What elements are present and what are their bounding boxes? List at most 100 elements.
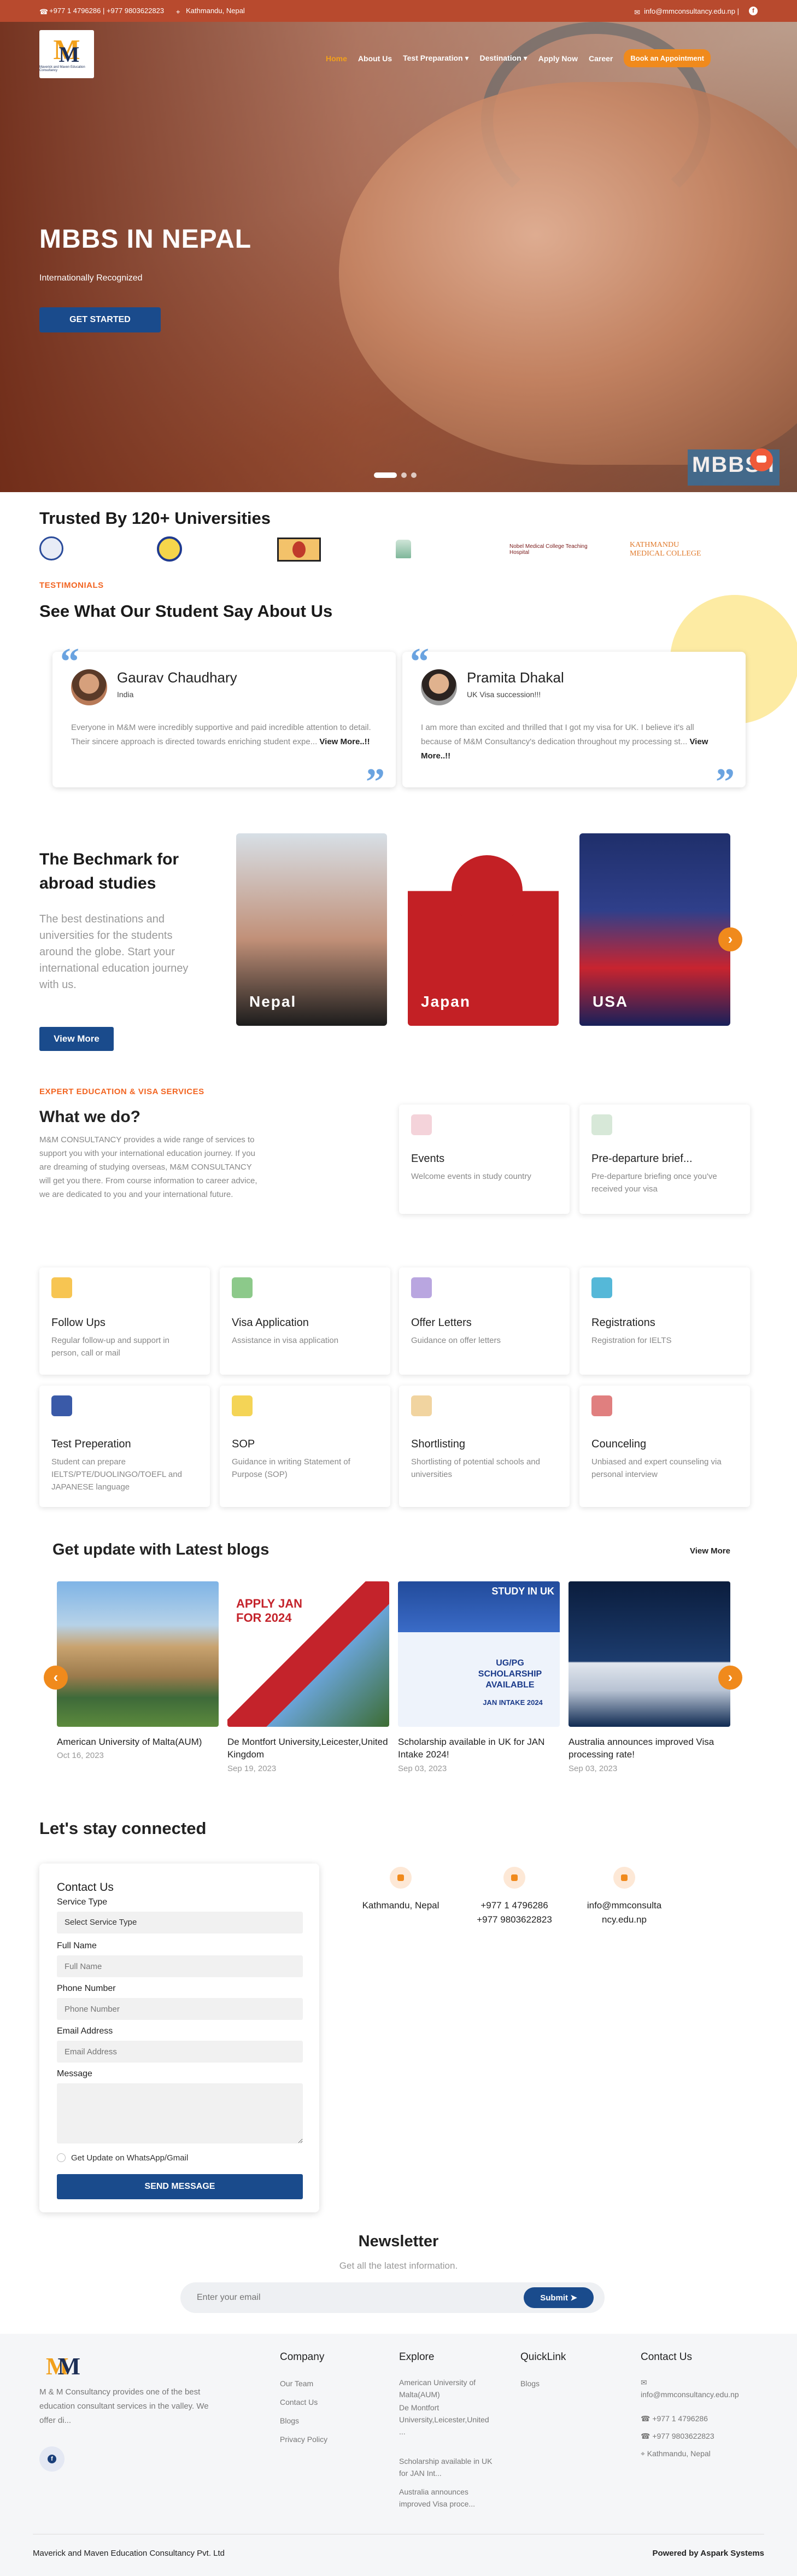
newsletter-form: Submit ➤ [180,2282,605,2313]
footer-quicklink-title: QuickLink [520,2351,566,2363]
counseling-icon [591,1395,612,1416]
testimonial-card: “ Pramita Dhakal UK Visa succession!!! I… [402,643,746,802]
footer-explore-link[interactable]: De Montfort University,Leicester,United … [399,2402,497,2438]
service-card-registrations[interactable]: Registrations Registration for IELTS [579,1267,750,1375]
footer-explore-title: Explore [399,2351,435,2363]
footer-explore-link[interactable]: American University of Malta(AUM) [399,2376,497,2400]
location-icon: ⌖ [641,2449,647,2458]
service-card-shortlisting[interactable]: Shortlisting Shortlisting of potential s… [399,1386,570,1507]
student-icon [51,1395,72,1416]
blog-image[interactable]: STUDY IN UK UG/PG SCHOLARSHIP AVAILABLE … [398,1581,560,1727]
footer-bottom-bar: Maverick and Maven Education Consultancy… [33,2534,764,2558]
blog-image[interactable]: APPLY JAN FOR 2024 [227,1581,389,1727]
carousel-dot-3[interactable] [411,472,417,478]
nav-apply-now[interactable]: Apply Now [538,54,578,63]
destination-card-nepal[interactable]: Nepal [236,833,387,1026]
service-card-visa-application[interactable]: Visa Application Assistance in visa appl… [220,1267,390,1375]
passport-icon [232,1277,253,1298]
nav-career[interactable]: Career [589,54,613,63]
blog-title[interactable]: De Montfort University,Leicester,United … [227,1736,389,1761]
trusted-title: Trusted By 120+ Universities [39,509,271,528]
blogs-prev-arrow-icon[interactable]: ‹ [44,1666,68,1690]
service-type-select[interactable]: Select Service Type [57,1912,303,1934]
service-card-offer-letters[interactable]: Offer Letters Guidance on offer letters [399,1267,570,1375]
carousel-dots[interactable] [374,472,417,478]
checklist-icon [411,1395,432,1416]
service-card-sop[interactable]: SOP Guidance in writing Statement of Pur… [220,1386,390,1507]
aspark-link[interactable]: Aspark Systems [700,2549,764,2558]
email-address-input[interactable] [57,2041,303,2063]
service-card-follow-ups[interactable]: Follow Ups Regular follow-up and support… [39,1267,210,1375]
newsletter-subtitle: Get all the latest information. [339,2260,458,2271]
blogs-view-more-link[interactable]: View More [690,1546,730,1556]
view-more-destinations-button[interactable]: View More [39,1027,114,1051]
phone-number-input[interactable] [57,1998,303,2020]
footer-link-blogs[interactable]: Blogs [280,2415,299,2427]
footer-link-privacy[interactable]: Privacy Policy [280,2433,327,2445]
destination-card-usa[interactable]: USA [579,833,730,1026]
service-desc: Guidance on offer letters [411,1336,501,1345]
location-icon: ⌖ [176,8,180,16]
newsletter-submit-button[interactable]: Submit ➤ [524,2287,594,2308]
view-more-link[interactable]: View More..!! [319,737,370,746]
blog-image[interactable] [57,1581,219,1727]
topbar-email[interactable]: ✉ info@mmconsultancy.edu.np | [634,7,739,16]
university-logo-kmc: KATHMANDU MEDICAL COLLEGE [630,535,712,564]
logo[interactable]: MM Maverick and Maven Education Consulta… [39,30,94,78]
contact-info-phone[interactable]: +977 1 4796286 +977 9803622823 [473,1867,555,1927]
service-card-pre-departure[interactable]: Pre-departure brief... Pre-departure bri… [579,1105,750,1214]
facebook-icon[interactable]: f [749,7,758,15]
footer-link-our-team[interactable]: Our Team [280,2378,313,2390]
footer-contact-phone[interactable]: ☎ +977 9803622823 [641,2430,714,2442]
nav-destination[interactable]: Destination ▾ [479,54,527,63]
footer-quicklink-blogs[interactable]: Blogs [520,2378,540,2390]
blog-image-text: STUDY IN UK [491,1586,554,1597]
service-title: SOP [232,1438,255,1450]
service-title: Follow Ups [51,1317,106,1329]
destination-card-japan[interactable]: Japan [408,833,559,1026]
blog-image-subtext: UG/PG SCHOLARSHIP AVAILABLE [478,1658,542,1690]
services-desc: M&M CONSULTANCY provides a wide range of… [39,1135,257,1199]
message-textarea[interactable] [57,2083,303,2143]
footer-explore-link[interactable]: Scholarship available in UK for JAN Int.… [399,2455,497,2479]
get-started-button[interactable]: GET STARTED [39,307,161,332]
service-title: Test Preperation [51,1438,131,1450]
contact-info-email[interactable]: info@mmconsultancy.edu.np [586,1867,663,1927]
footer-explore-link[interactable]: Australia announces improved Visa proce.… [399,2486,497,2510]
service-card-counceling[interactable]: Counceling Unbiased and expert counselin… [579,1386,750,1507]
blog-image-intake: JAN INTAKE 2024 [483,1698,543,1707]
page: MBBS IN NEPAL Internationally Recognized… [0,0,797,2576]
main-nav: Home About Us Test Preparation ▾ Destina… [326,49,711,67]
carousel-dot-1[interactable] [374,472,397,478]
carousel-dot-2[interactable] [401,472,407,478]
topbar-phone[interactable]: ☎ +977 1 4796286 | +977 9803622823 [39,7,164,16]
newsletter-email-input[interactable] [197,2289,470,2306]
blog-title[interactable]: American University of Malta(AUM) [57,1736,219,1748]
contact-form: Contact Us Service Type Select Service T… [39,1864,319,2212]
book-appointment-button[interactable]: Book an Appointment [624,49,711,67]
blog-title[interactable]: Australia announces improved Visa proces… [569,1736,730,1761]
send-message-button[interactable]: SEND MESSAGE [57,2174,303,2199]
blog-image[interactable] [569,1581,730,1727]
carousel-next-arrow-icon[interactable]: › [718,927,742,951]
footer-logo[interactable]: MM [46,2352,80,2380]
service-card-test-preparation[interactable]: Test Preperation Student can prepare IEL… [39,1386,210,1507]
whatsapp-update-checkbox[interactable] [57,2153,66,2162]
full-name-input[interactable] [57,1955,303,1977]
nav-home[interactable]: Home [326,54,347,63]
service-desc: Regular follow-up and support in person,… [51,1336,169,1358]
blogs-next-arrow-icon[interactable]: › [718,1666,742,1690]
blog-title[interactable]: Scholarship available in UK for JAN Inta… [398,1736,560,1761]
footer-contact-phone[interactable]: ☎ +977 1 4796286 [641,2413,708,2425]
service-card-events[interactable]: Events Welcome events in study country [399,1105,570,1214]
form-title: Contact Us [57,1881,114,1894]
chat-icon[interactable] [750,448,773,471]
nav-about[interactable]: About Us [358,54,392,63]
services-title: What we do? [39,1108,140,1126]
footer-link-contact[interactable]: Contact Us [280,2396,318,2408]
footer-facebook-icon[interactable]: f [39,2446,65,2472]
footer-contact-email[interactable]: ✉ info@mmconsultancy.edu.np [641,2376,739,2400]
nav-test-preparation[interactable]: Test Preparation ▾ [403,54,468,63]
service-desc: Shortlisting of potential schools and un… [411,1457,540,1479]
service-desc: Unbiased and expert counseling via perso… [591,1457,722,1479]
